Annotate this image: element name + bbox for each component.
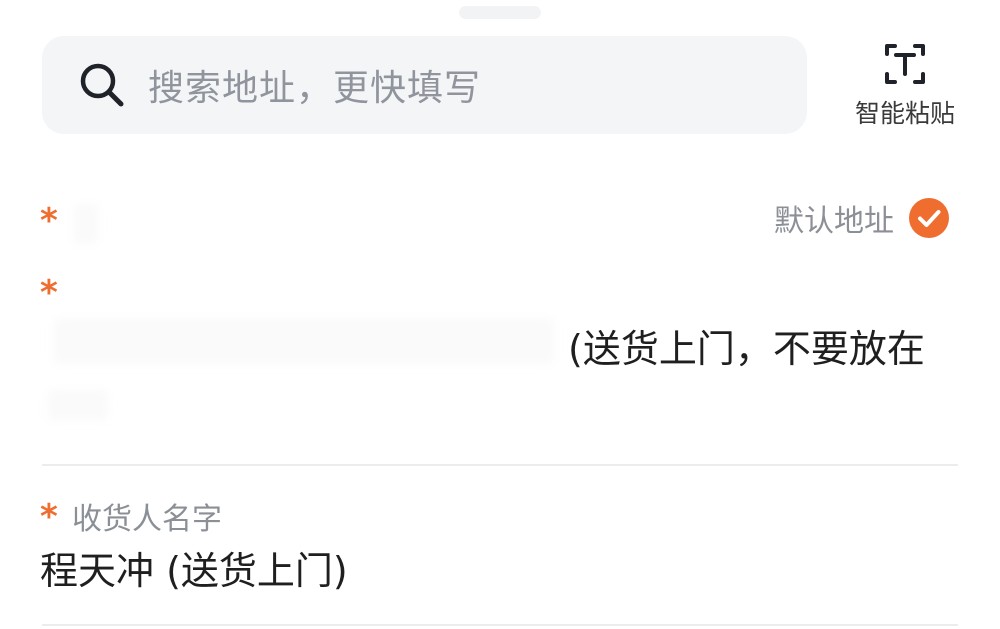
recipient-name-input[interactable]: 程天冲 (送货上门) [40,540,348,595]
checkmark-icon [909,198,949,238]
required-mark-recipient: * [40,497,58,537]
address-delivery-note: (送货上门，不要放在 [568,327,925,371]
default-address-toggle[interactable]: 默认地址 [774,196,950,240]
divider [42,464,958,466]
search-icon [80,63,124,107]
default-address-label: 默认地址 [774,204,894,239]
smart-paste-button[interactable]: 智能粘贴 [846,40,964,132]
sheet-drag-handle[interactable] [459,6,541,19]
required-mark-region: * [40,201,58,241]
search-placeholder: 搜索地址，更快填写 [148,68,482,109]
address-search-bar[interactable]: 搜索地址，更快填写 [42,36,807,134]
required-mark-address: * [40,273,58,313]
smart-paste-label: 智能粘贴 [854,99,955,128]
detail-address-redacted-line2 [48,390,108,420]
recipient-name-label: 收货人名字 [72,502,222,537]
region-field-redacted[interactable] [74,204,98,244]
detail-address-redacted[interactable] [54,318,554,364]
text-scan-icon [885,44,925,84]
divider [42,624,958,626]
